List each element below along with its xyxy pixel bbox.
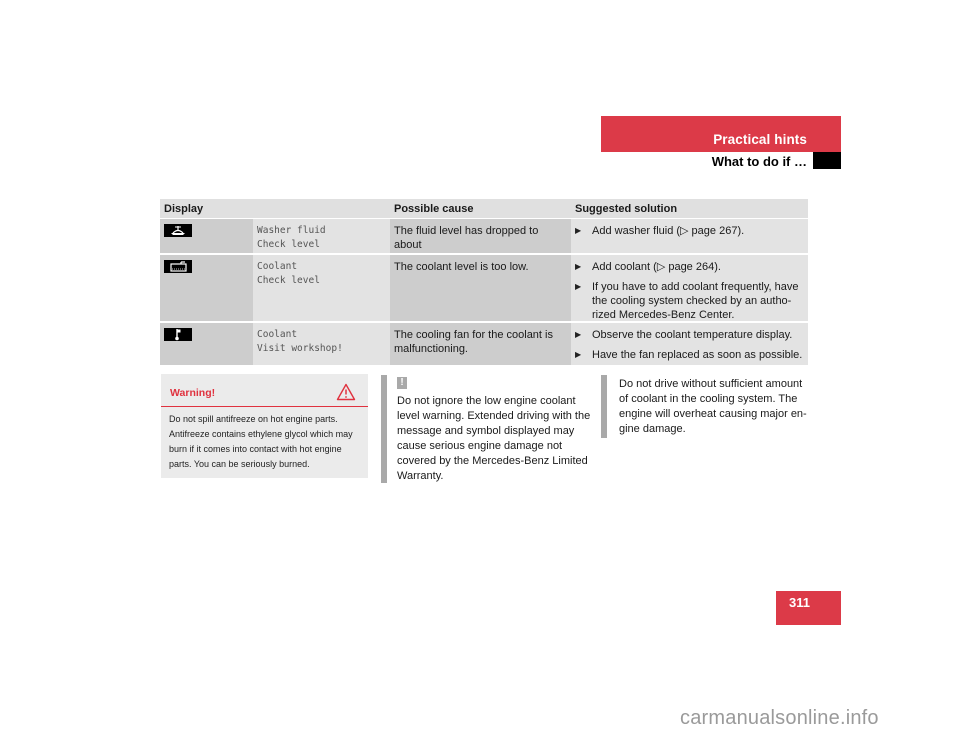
solution-item: ▶ Add coolant (▷ page 264). <box>575 260 804 274</box>
suggested-solution-cell: ▶ Add washer fluid (▷ page 267). <box>571 219 808 253</box>
solution-text: Add washer fluid (▷ page 267). <box>592 225 745 237</box>
page-subtitle: What to do if … <box>711 154 807 169</box>
table-row: Coolant Check level The coolant level is… <box>160 255 808 323</box>
table-row: Washer fluid Check level The fluid level… <box>160 219 808 271</box>
display-message-cell: Washer fluid Check level <box>253 219 390 253</box>
possible-cause-cell: The fluid level has dropped to about 1/3… <box>390 219 571 271</box>
column-header-cause: Possible cause <box>394 202 474 215</box>
caution-note: ! Do not ignore the low engine coolant l… <box>381 375 591 483</box>
display-icon-cell <box>160 323 253 365</box>
possible-cause-cell: The cooling fan for the coolant is malfu… <box>390 323 571 365</box>
display-message-line: Coolant <box>257 261 298 272</box>
washer-fluid-icon <box>164 224 192 237</box>
section-title: Practical hints <box>713 132 807 147</box>
warning-box: Warning! Do not spill antifreeze on hot … <box>161 374 368 478</box>
bullet-arrow-icon: ▶ <box>575 282 582 291</box>
display-message-line: Check level <box>257 239 320 250</box>
bullet-arrow-icon: ▶ <box>575 226 582 235</box>
display-message-cell: Coolant Visit workshop! <box>253 323 390 365</box>
solution-item: ▶ Add washer fluid (▷ page 267). <box>575 224 804 238</box>
solution-item: ▶ Observe the coolant temperature displa… <box>575 328 804 342</box>
warning-triangle-icon <box>336 383 356 406</box>
display-icon-cell <box>160 255 253 321</box>
warning-text: Do not spill antifreeze on hot engine pa… <box>169 414 353 469</box>
page-number-box: 311 <box>776 591 841 625</box>
table-row: Coolant Visit workshop! The cooling fan … <box>160 323 808 365</box>
display-message-line: Coolant <box>257 329 298 340</box>
bullet-arrow-icon: ▶ <box>575 262 582 271</box>
solution-text: Add coolant (▷ page 264). <box>592 261 721 273</box>
solution-item: ▶ If you have to add coolant frequently,… <box>575 280 804 322</box>
note-bar <box>601 375 607 438</box>
coolant-level-icon <box>164 260 192 273</box>
display-message-line: Visit workshop! <box>257 343 343 354</box>
note-bar <box>381 375 387 483</box>
solution-item: ▶ Have the fan replaced as soon as possi… <box>575 348 804 362</box>
page-number: 311 <box>789 595 810 610</box>
caution-note-text: Do not drive without sufficient amount o… <box>619 378 807 435</box>
display-messages-table: Display Possible cause Suggested solutio… <box>160 199 808 365</box>
exclamation-icon: ! <box>397 377 407 389</box>
thumb-tab-marker <box>813 152 841 169</box>
column-header-solution: Suggested solution <box>575 202 678 215</box>
bullet-arrow-icon: ▶ <box>575 330 582 339</box>
cause-text: The fluid level has dropped to about <box>394 225 539 251</box>
possible-cause-cell: The coolant level is too low. <box>390 255 571 321</box>
solution-text: If you have to add coolant frequently, h… <box>592 281 799 321</box>
table-header: Display Possible cause Suggested solutio… <box>160 199 808 219</box>
watermark: carmanualsonline.info <box>680 707 879 729</box>
display-message-line: Washer fluid <box>257 225 326 236</box>
caution-note-continued: Do not drive without sufficient amount o… <box>601 375 811 438</box>
solution-text: Observe the coolant temperature display. <box>592 329 793 341</box>
solution-text: Have the fan replaced as soon as possibl… <box>592 349 803 361</box>
coolant-temperature-icon <box>164 328 192 341</box>
display-message-line: Check level <box>257 275 320 286</box>
suggested-solution-cell: ▶ Observe the coolant temperature displa… <box>571 323 808 365</box>
caution-note-text: Do not ignore the low engine coolant lev… <box>397 395 591 482</box>
warning-header: Warning! <box>161 374 368 407</box>
display-message-cell: Coolant Check level <box>253 255 390 321</box>
suggested-solution-cell: ▶ Add coolant (▷ page 264). ▶ If you hav… <box>571 255 808 321</box>
section-header-band: Practical hints <box>601 116 841 152</box>
column-header-display: Display <box>164 202 204 215</box>
display-icon-cell <box>160 219 253 253</box>
warning-title: Warning! <box>170 387 216 399</box>
bullet-arrow-icon: ▶ <box>575 350 582 359</box>
